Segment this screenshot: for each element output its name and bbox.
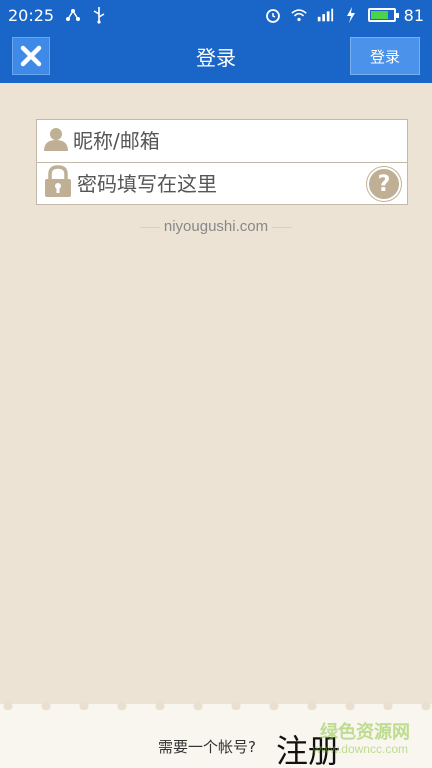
password-input[interactable]	[77, 171, 347, 196]
footer: 需要一个帐号? 注册 绿色资源网 www.downcc.com	[0, 700, 432, 768]
watermark: 绿色资源网	[320, 722, 410, 743]
username-input[interactable]	[73, 129, 343, 153]
username-row	[37, 120, 407, 162]
divider	[139, 226, 160, 228]
password-row: ?	[37, 162, 407, 204]
login-button[interactable]: 登录	[350, 37, 420, 75]
close-icon	[20, 45, 42, 67]
share-icon	[64, 6, 82, 24]
page-title: 登录	[196, 46, 236, 70]
wifi-icon	[290, 6, 308, 24]
help-button[interactable]: ?	[367, 167, 401, 201]
user-icon	[43, 126, 69, 156]
status-bar: 20:25 81	[0, 0, 432, 30]
scalloped-edge	[0, 700, 432, 710]
close-button[interactable]	[12, 37, 50, 75]
question-icon: ?	[377, 171, 391, 197]
site-text: niyougushi.com	[163, 218, 269, 235]
login-form: ?	[36, 119, 408, 205]
status-time: 20:25	[8, 5, 55, 25]
site-url: niyougushi.com	[0, 218, 432, 235]
divider	[272, 226, 293, 228]
battery-percent: 81	[403, 5, 424, 25]
title-bar: 登录 登录	[0, 30, 432, 83]
need-account-text: 需要一个帐号?	[158, 738, 256, 756]
watermark-url: www.downcc.com	[312, 742, 408, 756]
charging-icon	[342, 6, 360, 24]
usb-icon	[90, 6, 108, 24]
battery-icon	[367, 8, 399, 22]
alarm-icon	[264, 6, 282, 24]
signal-icon	[316, 6, 334, 24]
lock-icon	[43, 164, 73, 203]
